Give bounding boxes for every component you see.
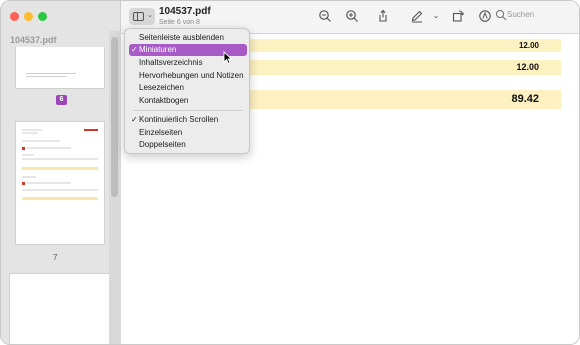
menu-item-single-page[interactable]: Einzelseiten	[129, 127, 247, 139]
chevron-down-icon: ⌄	[147, 12, 153, 19]
page-label-7: 7	[53, 253, 58, 262]
menu-item-label: Miniaturen	[139, 45, 177, 54]
total-value: 89.42	[511, 93, 539, 105]
menu-item-label: Hervorhebungen und Notizen	[139, 71, 244, 80]
page-thumbnail-8[interactable]	[9, 273, 113, 344]
menu-item-label: Kontinuierlich Scrollen	[139, 115, 219, 124]
menu-item-bookmarks[interactable]: Lesezeichen	[129, 82, 247, 94]
close-window-button[interactable]	[10, 12, 19, 21]
menu-item-label: Seitenleiste ausblenden	[139, 33, 224, 42]
menu-item-label: Kontaktbogen	[139, 96, 189, 105]
checkmark-icon: ✓	[131, 115, 138, 124]
sidebar-icon	[133, 12, 144, 21]
sidebar-view-menu: Seitenleiste ausblenden ✓ Miniaturen Inha…	[124, 28, 250, 154]
menu-item-two-pages[interactable]: Doppelseiten	[129, 139, 247, 151]
thumbnail-sidebar: 104537.pdf 6 7	[1, 1, 121, 344]
menu-item-continuous-scroll[interactable]: ✓ Kontinuierlich Scrollen	[129, 114, 247, 126]
zoom-in-icon[interactable]	[345, 9, 359, 23]
page-thumbnail-7[interactable]	[15, 121, 105, 245]
sidebar-scrollbar[interactable]	[111, 37, 118, 197]
page-thumbnail-6[interactable]	[15, 47, 105, 89]
search-icon[interactable]	[495, 9, 507, 21]
menu-separator	[133, 110, 243, 111]
page-number-badge: 6	[56, 95, 67, 105]
minimize-window-button[interactable]	[24, 12, 33, 21]
menu-item-contact-sheet[interactable]: Kontaktbogen	[129, 95, 247, 107]
document-title: 104537.pdf	[159, 6, 211, 17]
search-input[interactable]: Suchen	[507, 10, 534, 19]
menu-item-label: Lesezeichen	[139, 83, 184, 92]
markup-pen-icon[interactable]	[410, 9, 424, 23]
annotate-icon[interactable]	[478, 9, 492, 23]
menu-item-label: Doppelseiten	[139, 140, 186, 149]
row-value: 12.00	[518, 41, 539, 50]
zoom-window-button[interactable]	[38, 12, 47, 21]
menu-item-hide-sidebar[interactable]: Seitenleiste ausblenden	[129, 32, 247, 44]
mouse-pointer-icon	[223, 51, 233, 65]
sidebar-menu-button[interactable]: ⌄	[129, 8, 155, 25]
menu-item-label: Inhaltsverzeichnis	[139, 58, 203, 67]
zoom-out-icon[interactable]	[318, 9, 332, 23]
preview-window: 104537.pdf 6 7 ⌄ 104537.pdf Seite 6 von …	[0, 0, 580, 345]
page-indicator: Seite 6 von 8	[159, 19, 200, 26]
row-value: 12.00	[516, 62, 539, 72]
rotate-icon[interactable]	[451, 9, 465, 23]
checkmark-icon: ✓	[131, 45, 138, 54]
share-icon[interactable]	[376, 9, 390, 23]
markup-chevron-icon[interactable]: ⌄	[429, 9, 443, 23]
sidebar-title: 104537.pdf	[10, 35, 57, 45]
menu-item-highlights-notes[interactable]: Hervorhebungen und Notizen	[129, 70, 247, 82]
menu-item-label: Einzelseiten	[139, 128, 183, 137]
